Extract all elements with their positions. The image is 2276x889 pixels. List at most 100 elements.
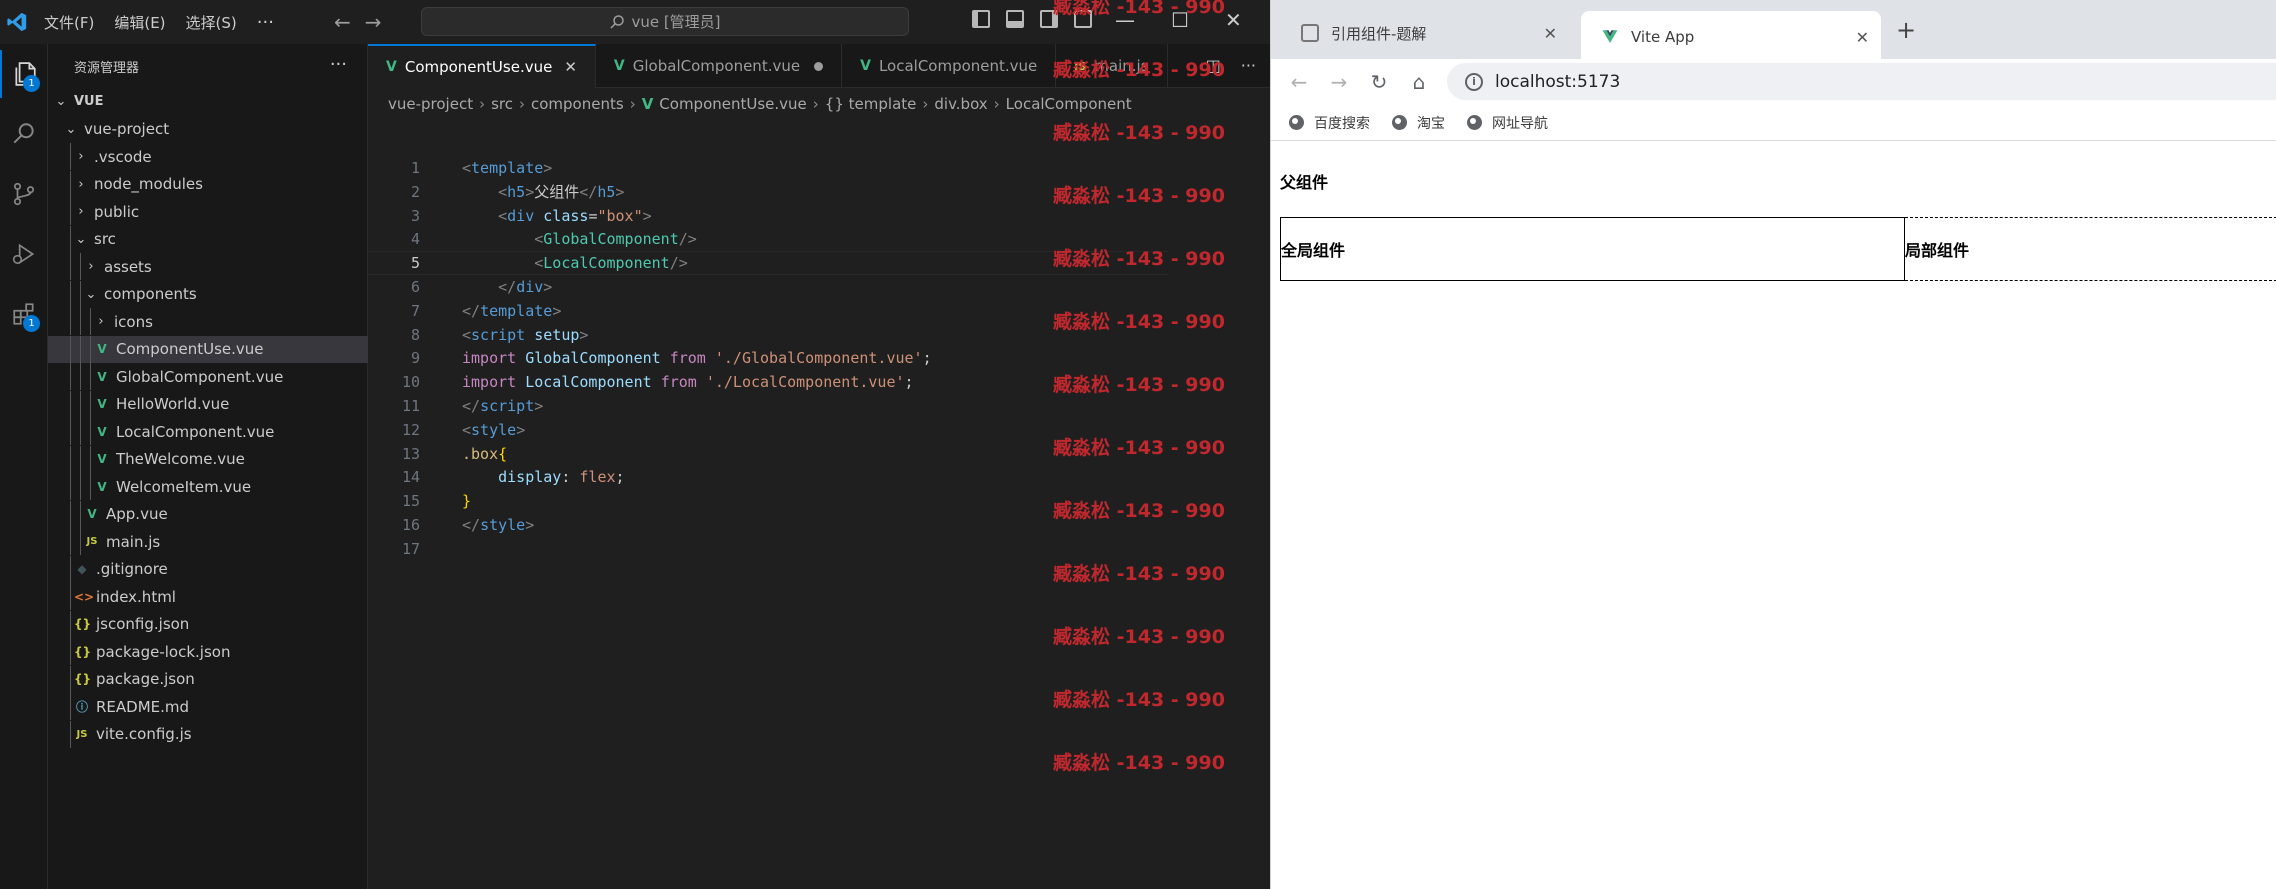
watermark-text: 臧淼松 -143 - 990: [1053, 59, 1225, 81]
breadcrumb-item[interactable]: ComponentUse.vue: [659, 95, 807, 113]
tree-folder[interactable]: ⌄ vue-project: [48, 116, 368, 143]
close-tab-icon[interactable]: ✕: [564, 58, 577, 76]
vue-file-icon: V: [97, 479, 107, 494]
breadcrumb-item[interactable]: LocalComponent: [1006, 95, 1132, 113]
tree-file[interactable]: V GlobalComponent.vue: [48, 363, 368, 390]
reload-icon[interactable]: ↻: [1367, 70, 1391, 94]
code-line: 12 < style >: [368, 418, 1168, 442]
tree-item-label: App.vue: [106, 505, 168, 523]
breadcrumb-item[interactable]: components: [531, 95, 624, 113]
home-icon[interactable]: ⌂: [1407, 70, 1431, 94]
editor-more-icon[interactable]: ···: [1241, 56, 1256, 75]
vue-file-icon: V: [97, 397, 107, 411]
line-number: 16: [401, 516, 420, 534]
browser-tab-active[interactable]: Vite App ✕: [1581, 11, 1881, 63]
source-control-button[interactable]: [0, 170, 48, 218]
line-number: 8: [410, 325, 420, 344]
editor-tab[interactable]: V GlobalComponent.vue: [596, 44, 843, 88]
close-tab-icon[interactable]: ✕: [1856, 28, 1869, 47]
json-file-icon: {}: [74, 644, 92, 659]
menu-edit[interactable]: 编辑(E): [114, 12, 165, 33]
global-component-heading: 全局组件: [1281, 241, 1346, 260]
indent-guide: [90, 335, 91, 363]
extensions-button[interactable]: 1: [0, 290, 48, 338]
tree-file[interactable]: {} jsconfig.json: [48, 610, 368, 638]
tree-folder[interactable]: ⌄ components: [48, 280, 368, 308]
line-number: 12: [401, 420, 420, 439]
bookmark-taobao[interactable]: 淘宝: [1392, 113, 1445, 133]
forward-arrow-icon[interactable]: →: [365, 10, 382, 34]
chevron-right-icon: ›: [78, 149, 84, 164]
close-window-icon[interactable]: ✕: [1225, 8, 1242, 32]
code-token: setup: [534, 325, 580, 344]
chevron-down-icon: ⌄: [55, 94, 67, 109]
unsaved-dot-icon[interactable]: [814, 61, 824, 71]
md-file-icon: ⓘ: [75, 700, 88, 714]
global-component-box: 全局组件: [1280, 217, 1905, 281]
tree-file[interactable]: ⓘ README.md: [48, 693, 368, 720]
new-tab-button[interactable]: +: [1896, 16, 1916, 44]
browser-tab-inactive[interactable]: 引用组件-题解 ✕: [1281, 11, 1569, 55]
tree-file[interactable]: V WelcomeItem.vue: [48, 473, 368, 500]
tree-item-label: package.json: [96, 670, 195, 688]
site-info-icon[interactable]: i: [1465, 72, 1483, 91]
tree-file[interactable]: V TheWelcome.vue: [48, 445, 368, 473]
line-number: 15: [401, 492, 420, 511]
breadcrumb-item[interactable]: div.box: [934, 95, 987, 113]
tree-file[interactable]: {} package-lock.json: [48, 638, 368, 665]
indent-guide: [70, 253, 71, 280]
menu-more-icon[interactable]: ···: [257, 12, 274, 33]
code-line: 4 < GlobalComponent/>: [368, 227, 1168, 251]
bookmark-nav[interactable]: 网址导航: [1467, 113, 1548, 133]
tree-folder[interactable]: › .vscode: [48, 143, 368, 170]
tree-file[interactable]: V App.vue: [48, 500, 368, 528]
code-token: >: [579, 325, 589, 344]
code-token: </: [462, 301, 481, 320]
explorer-button[interactable]: 1: [0, 50, 48, 98]
tree-folder[interactable]: › icons: [48, 308, 368, 335]
tree-folder[interactable]: ⌄ src: [48, 225, 368, 253]
tree-file[interactable]: V ComponentUse.vue: [48, 335, 368, 363]
line-number: 1: [410, 159, 420, 177]
tree-file[interactable]: <> index.html: [48, 583, 368, 610]
tree-folder[interactable]: › node_modules: [48, 170, 368, 198]
command-center-search[interactable]: vue [管理员]: [421, 7, 909, 36]
tree-file[interactable]: {} package.json: [48, 665, 368, 693]
tree-file[interactable]: JS vite.config.js: [48, 720, 368, 748]
explorer-more-icon[interactable]: ···: [330, 54, 347, 75]
toggle-primary-sidebar-icon[interactable]: [972, 10, 990, 28]
search-view-button[interactable]: [0, 110, 48, 158]
address-bar[interactable]: i localhost:5173: [1447, 63, 2276, 100]
run-debug-button[interactable]: [0, 230, 48, 278]
breadcrumb-item[interactable]: vue-project: [388, 95, 473, 113]
menu-file[interactable]: 文件(F): [44, 12, 94, 33]
back-arrow-icon[interactable]: ←: [334, 10, 351, 34]
tree-folder[interactable]: ⌄ VUE: [48, 88, 368, 115]
bookmark-baidu[interactable]: 百度搜索: [1289, 113, 1370, 133]
editor-tab[interactable]: V LocalComponent.vue: [842, 44, 1057, 88]
line-number: 6: [410, 278, 420, 296]
tree-folder[interactable]: › assets: [48, 253, 368, 280]
editor-tab[interactable]: V ComponentUse.vue ✕: [368, 44, 596, 88]
tree-file[interactable]: V HelloWorld.vue: [48, 390, 368, 418]
breadcrumb-item[interactable]: {} template: [825, 95, 917, 113]
tree-folder[interactable]: › public: [48, 198, 368, 225]
menu-selection[interactable]: 选择(S): [186, 12, 237, 33]
breadcrumb-item[interactable]: src: [491, 95, 513, 113]
tree-file[interactable]: JS main.js: [48, 528, 368, 555]
code-token: LocalComponent: [543, 254, 670, 273]
back-icon[interactable]: ←: [1287, 70, 1311, 94]
tree-item-label: VUE: [74, 94, 104, 109]
close-tab-icon[interactable]: ✕: [1544, 24, 1557, 43]
tree-file[interactable]: ◆ .gitignore: [48, 555, 368, 583]
forward-icon[interactable]: →: [1327, 70, 1351, 94]
toggle-panel-icon[interactable]: [1006, 10, 1024, 28]
code-token: h5: [597, 182, 616, 201]
tree-file[interactable]: V LocalComponent.vue: [48, 418, 368, 445]
indent-guide: [90, 363, 91, 390]
code-token: >: [615, 182, 625, 201]
code-token: </: [579, 182, 598, 201]
